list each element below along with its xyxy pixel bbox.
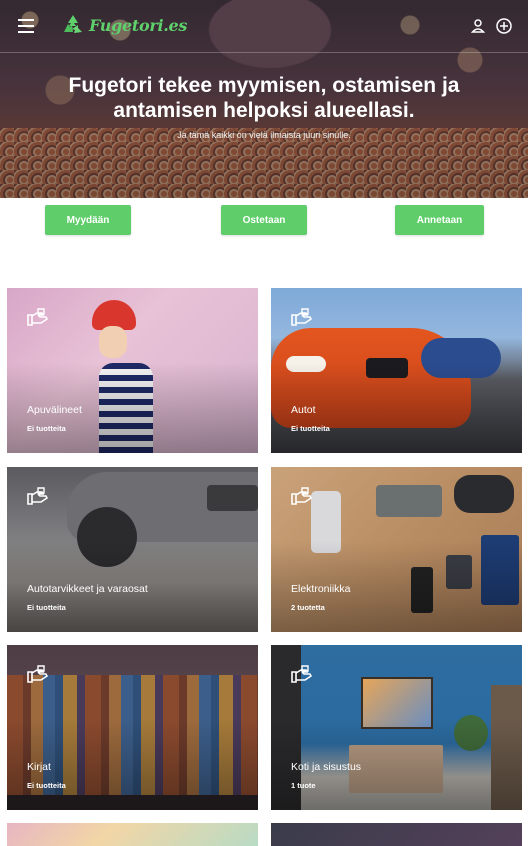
category-name: Kirjat [27,761,51,773]
hero-subtitle: Ja tämä kaikki on vielä ilmaista juuri s… [177,130,351,140]
category-count: Ei tuotteita [27,781,66,790]
category-count: Ei tuotteita [27,603,66,612]
category-name: Elektroniikka [291,583,351,595]
category-count: Ei tuotteita [291,424,330,433]
category-image [7,823,258,846]
buy-button[interactable]: Ostetaan [221,205,307,235]
add-circle-icon[interactable] [495,17,513,35]
category-name: Autotarvikkeet ja varaosat [27,583,148,595]
hand-offer-icon [27,308,48,326]
category-card-kirjat[interactable]: Kirjat Ei tuotteita [7,645,258,810]
top-navbar: Fugetori.es [0,0,528,53]
category-count: 2 tuotetta [291,603,325,612]
category-card-autotarvikkeet[interactable]: Autotarvikkeet ja varaosat Ei tuotteita [7,467,258,632]
category-name: Apuvälineet [27,404,82,416]
hero-title: Fugetori tekee myymisen, ostamisen ja an… [68,74,460,122]
hand-offer-icon [291,665,312,683]
hand-offer-icon [291,487,312,505]
hand-offer-icon [27,665,48,683]
category-image [271,823,522,846]
user-icon[interactable] [469,17,487,35]
brand-logo[interactable]: Fugetori.es [60,12,187,38]
category-count: 1 tuote [291,781,316,790]
menu-icon[interactable] [18,19,34,33]
category-card-koti-ja-sisustus[interactable]: Koti ja sisustus 1 tuote [271,645,522,810]
brand-name: Fugetori.es [89,15,188,35]
hand-offer-icon [27,487,48,505]
category-count: Ei tuotteita [27,424,66,433]
category-name: Koti ja sisustus [291,761,362,773]
category-card-apuvalineet[interactable]: Apuvälineet Ei tuotteita [7,288,258,453]
sell-button[interactable]: Myydään [45,205,131,235]
category-card-elektroniikka[interactable]: Elektroniikka 2 tuotetta [271,467,522,632]
recycle-logo-icon [64,15,82,33]
hand-offer-icon [291,308,312,326]
category-card-partial-left[interactable] [7,823,258,846]
give-button[interactable]: Annetaan [395,205,484,235]
category-card-partial-right[interactable] [271,823,522,846]
category-card-autot[interactable]: Autot Ei tuotteita [271,288,522,453]
category-name: Autot [291,404,316,416]
